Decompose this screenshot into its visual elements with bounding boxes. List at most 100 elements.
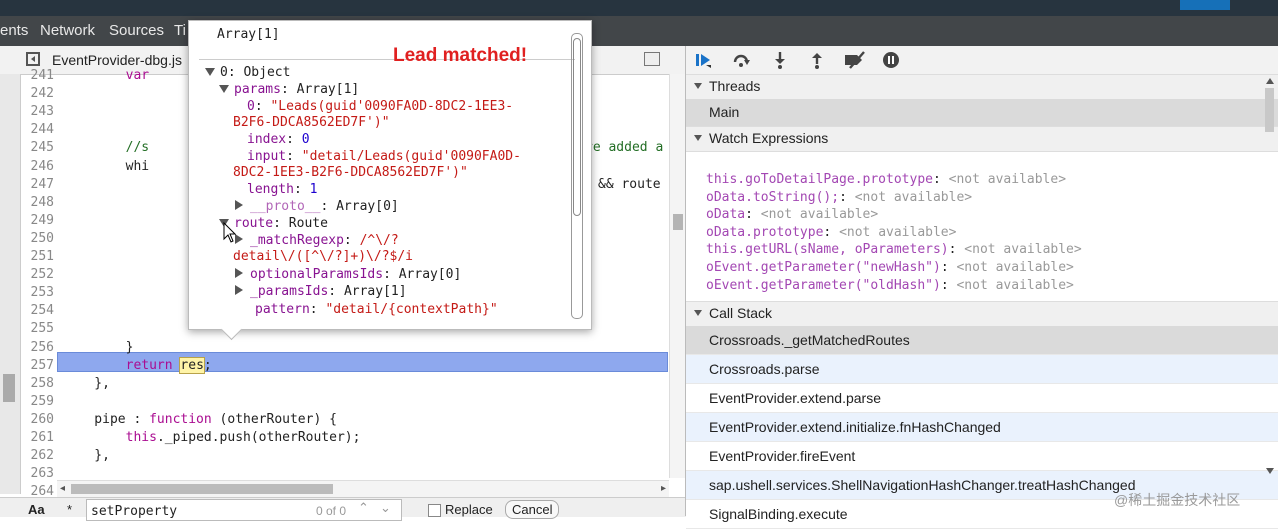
line-number[interactable]: 250 xyxy=(20,231,54,246)
tree-row[interactable]: params: Array[1] xyxy=(219,82,359,98)
object-preview-popover[interactable]: Array[1] Lead matched! 0: Object params: … xyxy=(188,20,592,330)
resume-icon[interactable] xyxy=(694,51,712,69)
tree-row[interactable]: index: 0 xyxy=(247,132,310,148)
line-number[interactable]: 249 xyxy=(20,213,54,228)
scroll-left-icon[interactable]: ◂ xyxy=(60,483,65,494)
tree-colon: : xyxy=(309,302,326,317)
step-over-icon[interactable] xyxy=(732,51,750,69)
editor-vertical-scrollbar[interactable] xyxy=(669,74,686,478)
tree-row[interactable]: __proto__: Array[0] xyxy=(235,199,399,215)
line-number[interactable]: 259 xyxy=(20,394,54,409)
expand-triangle-icon[interactable] xyxy=(205,68,215,76)
tree-row[interactable]: length: 1 xyxy=(247,182,317,198)
popover-title: Array[1] xyxy=(217,27,280,42)
watch-section-header[interactable]: Watch Expressions xyxy=(686,126,1278,152)
watch-item[interactable]: oEvent.getParameter("oldHash"): <not ava… xyxy=(706,278,1082,296)
watch-item[interactable]: oData.prototype: <not available> xyxy=(706,225,1082,243)
scroll-thumb[interactable] xyxy=(673,214,683,230)
line-number[interactable]: 248 xyxy=(20,195,54,210)
line-number[interactable]: 247 xyxy=(20,177,54,192)
toggle-debugger-icon[interactable] xyxy=(644,52,660,66)
find-next-icon[interactable]: ⌄ xyxy=(380,500,391,516)
line-number[interactable]: 258 xyxy=(20,376,54,391)
scroll-up-icon[interactable] xyxy=(1266,78,1274,84)
tree-row[interactable]: optionalParamsIds: Array[0] xyxy=(235,267,461,283)
watch-item[interactable]: this.goToDetailPage.prototype: <not avai… xyxy=(706,172,1082,190)
call-frame[interactable]: EventProvider.extend.initialize.fnHashCh… xyxy=(686,413,1278,442)
navigator-scrollbar[interactable] xyxy=(0,74,21,494)
collapse-triangle-icon[interactable] xyxy=(235,285,243,295)
find-input[interactable]: setProperty xyxy=(86,499,402,521)
line-number[interactable]: 241 xyxy=(20,68,54,83)
expand-icon xyxy=(694,83,702,89)
line-number[interactable]: 256 xyxy=(20,340,54,355)
scroll-thumb[interactable] xyxy=(573,38,581,216)
find-previous-icon[interactable]: ⌃ xyxy=(358,500,369,516)
line-number[interactable]: 245 xyxy=(20,140,54,155)
scroll-down-icon[interactable] xyxy=(1266,468,1274,474)
line-number[interactable]: 243 xyxy=(20,104,54,119)
tree-row[interactable]: pattern: "detail/{contextPath}" xyxy=(255,302,498,318)
collapse-triangle-icon[interactable] xyxy=(235,268,243,278)
collapse-triangle-icon[interactable] xyxy=(235,200,243,210)
threads-section-header[interactable]: Threads xyxy=(686,74,1278,100)
replace-checkbox[interactable] xyxy=(428,504,441,517)
watch-value: <not available> xyxy=(948,172,1067,187)
editor-horizontal-scrollbar[interactable]: ◂ ▸ xyxy=(57,480,669,497)
line-number[interactable]: 244 xyxy=(20,122,54,137)
step-into-icon[interactable] xyxy=(771,51,789,69)
tree-row[interactable]: 8DC2-1EE3-B2F6-DDCA8562ED7F')" xyxy=(233,165,468,181)
line-number[interactable]: 252 xyxy=(20,267,54,282)
expand-triangle-icon[interactable] xyxy=(219,85,229,93)
scroll-thumb[interactable] xyxy=(71,484,333,494)
line-number[interactable]: 260 xyxy=(20,412,54,427)
code-line-fragment: && route xyxy=(598,176,661,192)
call-frame[interactable]: Crossroads._getMatchedRoutes xyxy=(686,326,1278,355)
line-number[interactable]: 246 xyxy=(20,159,54,174)
thread-item-main[interactable]: Main xyxy=(686,99,1278,126)
watch-item[interactable]: oData.toString();: <not available> xyxy=(706,190,1082,208)
source-file-tab[interactable]: EventProvider-dbg.js xyxy=(52,52,182,68)
call-frame[interactable]: EventProvider.extend.parse xyxy=(686,384,1278,413)
watch-item[interactable]: oEvent.getParameter("newHash"): <not ava… xyxy=(706,260,1082,278)
tree-row[interactable]: _paramsIds: Array[1] xyxy=(235,284,407,300)
line-number-gutter[interactable]: 241 242 243 244 245 246 247 248 249 250 251 252 253 2… xyxy=(20,68,56,499)
watch-item[interactable]: this.getURL(sName, oParameters): <not av… xyxy=(706,242,1082,260)
line-number[interactable]: 257 xyxy=(20,358,54,373)
scroll-thumb[interactable] xyxy=(1265,88,1274,132)
tab-elements[interactable]: ents xyxy=(0,22,28,39)
tree-row[interactable]: 0: Object xyxy=(205,65,290,81)
call-stack-section-header[interactable]: Call Stack xyxy=(686,301,1278,327)
toggle-navigator-icon[interactable] xyxy=(26,52,40,66)
top-bar-button[interactable] xyxy=(1180,0,1230,10)
line-number[interactable]: 261 xyxy=(20,430,54,445)
scroll-thumb[interactable] xyxy=(3,374,15,402)
line-number[interactable]: 253 xyxy=(20,285,54,300)
tree-row[interactable]: B2F6-DDCA8562ED7F')" xyxy=(233,115,390,131)
cancel-button[interactable]: Cancel xyxy=(505,500,560,519)
tree-row[interactable]: detail\/([^\/?]+)\/?$/i xyxy=(233,249,413,265)
pause-on-exceptions-icon[interactable] xyxy=(882,51,900,69)
tab-sources[interactable]: Sources xyxy=(109,22,164,39)
tree-row[interactable]: 0: "Leads(guid'0090FA0D-8DC2-1EE3- xyxy=(247,99,513,115)
deactivate-breakpoints-icon[interactable] xyxy=(844,51,868,69)
tree-row[interactable]: _matchRegexp: /^\/? xyxy=(235,233,399,249)
line-number[interactable]: 251 xyxy=(20,249,54,264)
line-number[interactable]: 254 xyxy=(20,303,54,318)
match-case-toggle[interactable]: Aa xyxy=(28,502,45,517)
call-frame[interactable]: EventProvider.fireEvent xyxy=(686,442,1278,471)
call-frame[interactable]: Crossroads.parse xyxy=(686,355,1278,384)
popover-scrollbar[interactable] xyxy=(571,33,583,319)
tab-network[interactable]: Network xyxy=(40,22,95,39)
watch-item[interactable]: oData: <not available> xyxy=(706,207,1082,225)
sidebar-scrollbar[interactable] xyxy=(1262,74,1278,476)
line-number[interactable]: 255 xyxy=(20,321,54,336)
scroll-right-icon[interactable]: ▸ xyxy=(661,483,666,494)
line-number[interactable]: 263 xyxy=(20,466,54,481)
tree-row[interactable]: input: "detail/Leads(guid'0090FA0D- xyxy=(247,149,521,165)
step-out-icon[interactable] xyxy=(808,51,826,69)
tab-timeline[interactable]: Ti xyxy=(174,22,186,39)
line-number[interactable]: 242 xyxy=(20,86,54,101)
regex-toggle[interactable]: * xyxy=(67,502,72,517)
line-number[interactable]: 262 xyxy=(20,448,54,463)
